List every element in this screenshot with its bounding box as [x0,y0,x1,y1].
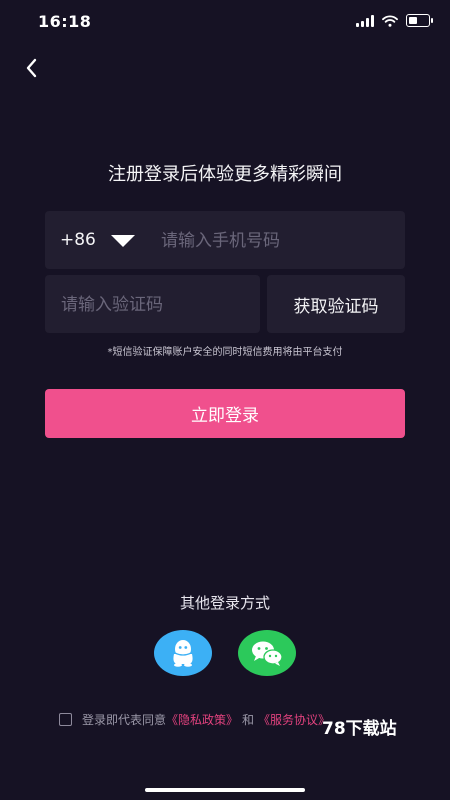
status-bar: 16:18 [0,0,450,44]
wifi-icon [382,14,398,27]
watermark: 78下载站 [322,719,397,739]
wechat-login-button[interactable] [238,630,296,676]
status-time: 16:18 [38,12,92,31]
page-title: 注册登录后体验更多精彩瞬间 [108,164,342,185]
back-button[interactable] [18,54,46,82]
caret-down-icon[interactable] [111,235,135,247]
qq-icon [173,640,193,667]
sms-notice: *短信验证保障账户安全的同时短信费用将由平台支付 [107,347,343,358]
home-indicator [145,788,305,792]
phone-field: +86 [45,211,405,269]
get-code-button[interactable]: 获取验证码 [267,275,405,333]
code-input[interactable] [59,290,253,320]
signal-icon [356,14,374,27]
other-login-title: 其他登录方式 [179,594,270,612]
agreement-prefix: 登录即代表同意 [82,713,167,727]
service-agreement-link[interactable]: 《服务协议》 [258,711,330,728]
chevron-left-icon [26,58,37,78]
code-field [45,275,260,333]
agreement-checkbox[interactable] [59,713,72,726]
wechat-icon [252,641,283,666]
login-button[interactable]: 立即登录 [45,389,405,438]
status-icons [356,14,433,27]
battery-icon [406,14,433,27]
qq-login-button[interactable] [154,630,212,676]
agreement-and: 和 [242,713,255,727]
country-code[interactable]: +86 [60,230,96,250]
agreement-row: 登录即代表同意 《隐私政策》 和 《服务协议》 [59,711,330,728]
phone-input[interactable] [159,226,393,256]
privacy-policy-link[interactable]: 《隐私政策》 [166,711,238,728]
